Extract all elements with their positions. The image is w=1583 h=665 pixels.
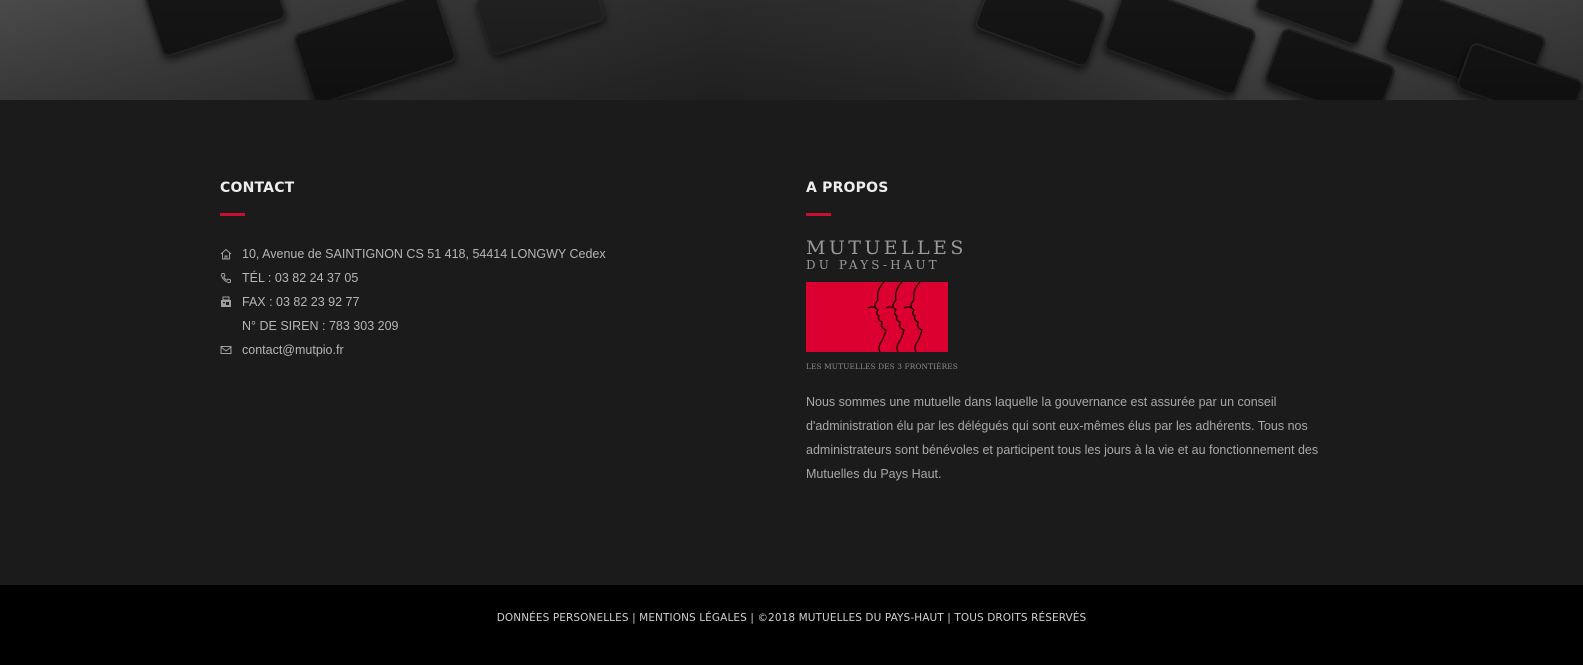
home-icon	[220, 248, 232, 260]
mutuelles-logo: MUTUELLES DU PAYS-HAUT LES MUTUELLES DES…	[806, 237, 967, 378]
about-title-accent	[806, 213, 831, 216]
contact-title-accent	[220, 213, 245, 216]
contact-email[interactable]: contact@mutpio.fr	[220, 338, 606, 362]
footer-main: CONTACT 10, Avenue de SAINTIGNON CS 51 4…	[0, 100, 1583, 585]
logo-tagline: LES MUTUELLES DES 3 FRONTIÈRES	[806, 362, 958, 371]
contact-fax-text: FAX : 03 82 23 92 77	[242, 295, 360, 309]
contact-list: 10, Avenue de SAINTIGNON CS 51 418, 5441…	[220, 242, 606, 362]
bottom-bar: DONNÉES PERSONELLES | MENTIONS LÉGALES |…	[0, 585, 1583, 665]
faces-icon	[867, 282, 923, 352]
logo-line1: MUTUELLES	[806, 237, 967, 259]
contact-phone-text: TÉL : 03 82 24 37 05	[242, 271, 359, 285]
separator: |	[947, 612, 951, 624]
legal-notice-link[interactable]: MENTIONS LÉGALES	[639, 612, 747, 624]
separator: |	[750, 612, 754, 624]
about-title: A PROPOS	[806, 180, 889, 196]
fax-icon	[221, 296, 231, 307]
phone-icon	[220, 273, 231, 284]
separator: |	[632, 612, 636, 624]
hero-shade	[0, 0, 1583, 100]
contact-address-text: 10, Avenue de SAINTIGNON CS 51 418, 5441…	[242, 247, 606, 261]
contact-address: 10, Avenue de SAINTIGNON CS 51 418, 5441…	[220, 242, 606, 266]
contact-fax: FAX : 03 82 23 92 77	[220, 290, 606, 314]
mail-icon	[220, 346, 232, 354]
rights-text: TOUS DROITS RÉSERVÉS	[954, 612, 1087, 624]
contact-phone[interactable]: TÉL : 03 82 24 37 05	[220, 266, 606, 290]
logo-faces-emblem	[806, 282, 948, 352]
contact-siren-text: N° DE SIREN : 783 303 209	[242, 319, 399, 333]
bottom-links: DONNÉES PERSONELLES | MENTIONS LÉGALES |…	[0, 612, 1583, 624]
contact-email-link[interactable]: contact@mutpio.fr	[242, 343, 344, 357]
logo-line2: DU PAYS-HAUT	[806, 258, 940, 272]
about-description: Nous sommes une mutuelle dans laquelle l…	[806, 395, 1319, 481]
personal-data-link[interactable]: DONNÉES PERSONELLES	[497, 612, 629, 624]
contact-siren: N° DE SIREN : 783 303 209	[220, 314, 606, 338]
hero-background-image	[0, 0, 1583, 100]
contact-title: CONTACT	[220, 180, 295, 196]
copyright-text: ©2018 MUTUELLES DU PAYS-HAUT	[757, 612, 944, 624]
